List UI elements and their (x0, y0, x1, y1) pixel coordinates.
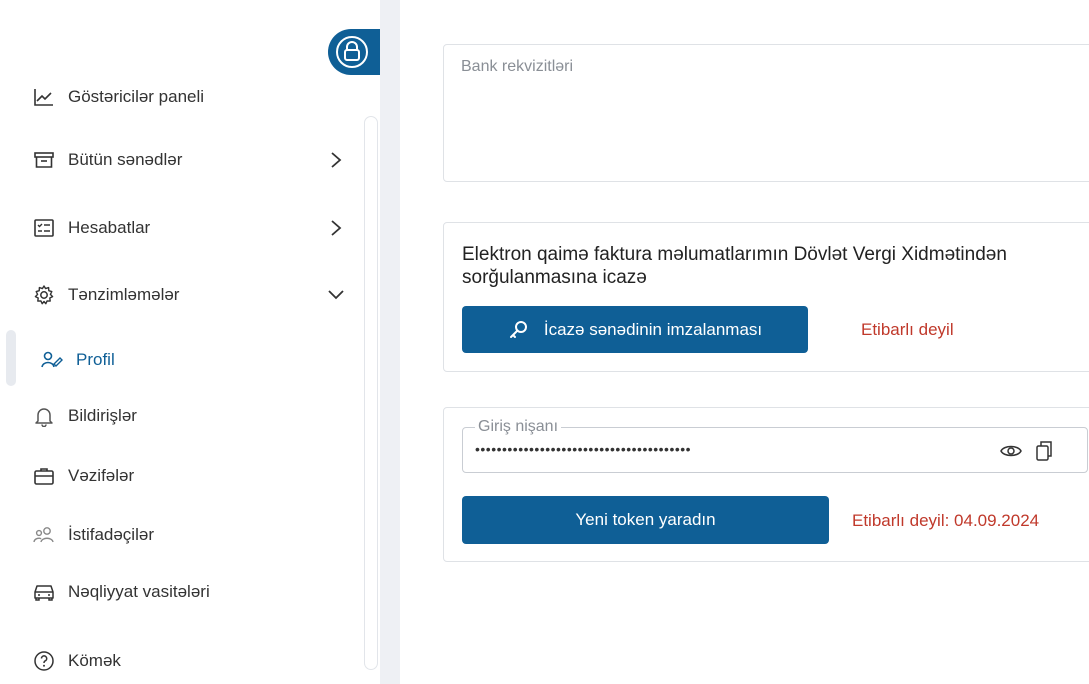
sidebar-item-label: İstifadəçilər (68, 525, 154, 544)
sign-permission-label: İcazə sənədinin imzalanması (543, 319, 763, 339)
bank-details-field[interactable]: Bank rekvizitləri (443, 44, 1089, 182)
chevron-down-icon[interactable] (326, 285, 346, 305)
sidebar-item-label: Nəqliyyat vasitələri (68, 582, 210, 601)
car-icon (32, 580, 56, 604)
sidebar-item-profile[interactable]: Profil (40, 345, 115, 375)
sidebar-item-label: Göstəricilər paneli (68, 87, 205, 106)
sidebar-item-reports[interactable]: Hesabatlar (32, 213, 150, 243)
sidebar-item-dashboard[interactable]: Göstəricilər paneli (32, 82, 204, 112)
sidebar-item-all-documents[interactable]: Bütün sənədlər (32, 145, 182, 175)
sidebar-item-vehicles[interactable]: Nəqliyyat vasitələri (32, 577, 210, 607)
permission-card: Elektron qaimə faktura məlumatlarımın Dö… (443, 222, 1089, 372)
archive-box-icon (32, 148, 56, 172)
sidebar-item-help[interactable]: Kömək (32, 646, 121, 676)
eye-icon[interactable] (1000, 440, 1022, 462)
sidebar-item-label: Vəzifələr (68, 466, 135, 485)
sidebar-item-label: Bütün sənədlər (68, 150, 183, 169)
chevron-right-icon[interactable] (326, 218, 346, 238)
sidebar-item-settings[interactable]: Tənzimləmələr (32, 280, 179, 310)
permission-status: Etibarlı deyil (861, 320, 954, 339)
generate-token-button[interactable]: Yeni token yaradın (462, 496, 829, 544)
sidebar-divider (380, 0, 400, 684)
permission-title: Elektron qaimə faktura məlumatlarımın Dö… (462, 244, 1007, 288)
copy-icon[interactable] (1033, 440, 1055, 462)
lock-button[interactable] (328, 29, 380, 75)
people-icon (32, 523, 56, 547)
sidebar-item-label: Bildirişlər (68, 406, 137, 425)
sidebar-item-positions[interactable]: Vəzifələr (32, 461, 134, 491)
sidebar-item-label: Profil (76, 350, 115, 369)
sidebar-item-label: Hesabatlar (68, 218, 151, 237)
generate-token-label: Yeni token yaradın (575, 510, 716, 529)
chevron-right-icon[interactable] (326, 150, 346, 170)
checklist-icon (32, 216, 56, 240)
users-icon (40, 348, 64, 372)
key-icon (508, 319, 530, 341)
sidebar-item-notifications[interactable]: Bildirişlər (32, 401, 137, 431)
access-token-value: •••••••••••••••••••••••••••••••••••••••• (475, 441, 692, 457)
sign-permission-button[interactable]: İcazə sənədinin imzalanması (462, 306, 808, 353)
sidebar: Göstəricilər paneli Bütün sənədlər Hesab… (0, 0, 380, 684)
active-indicator (6, 330, 16, 386)
sidebar-item-users[interactable]: İstifadəçilər (32, 520, 154, 550)
sidebar-scrollbar[interactable] (364, 116, 378, 670)
chart-line-icon (32, 85, 56, 109)
bank-details-placeholder: Bank rekvizitləri (461, 58, 574, 75)
lock-icon (344, 41, 360, 61)
access-token-label: Giriş nişanı (475, 418, 562, 436)
token-card: Giriş nişanı •••••••••••••••••••••••••••… (443, 407, 1089, 562)
access-token-field[interactable]: Giriş nişanı •••••••••••••••••••••••••••… (462, 418, 1088, 473)
sidebar-item-label: Kömək (68, 651, 121, 670)
gear-icon (32, 283, 56, 307)
bell-icon (32, 404, 56, 428)
sidebar-item-label: Tənzimləmələr (68, 285, 180, 304)
briefcase-icon (32, 464, 56, 488)
token-status: Etibarlı deyil: 04.09.2024 (852, 511, 1040, 530)
help-circle-icon (32, 649, 56, 673)
